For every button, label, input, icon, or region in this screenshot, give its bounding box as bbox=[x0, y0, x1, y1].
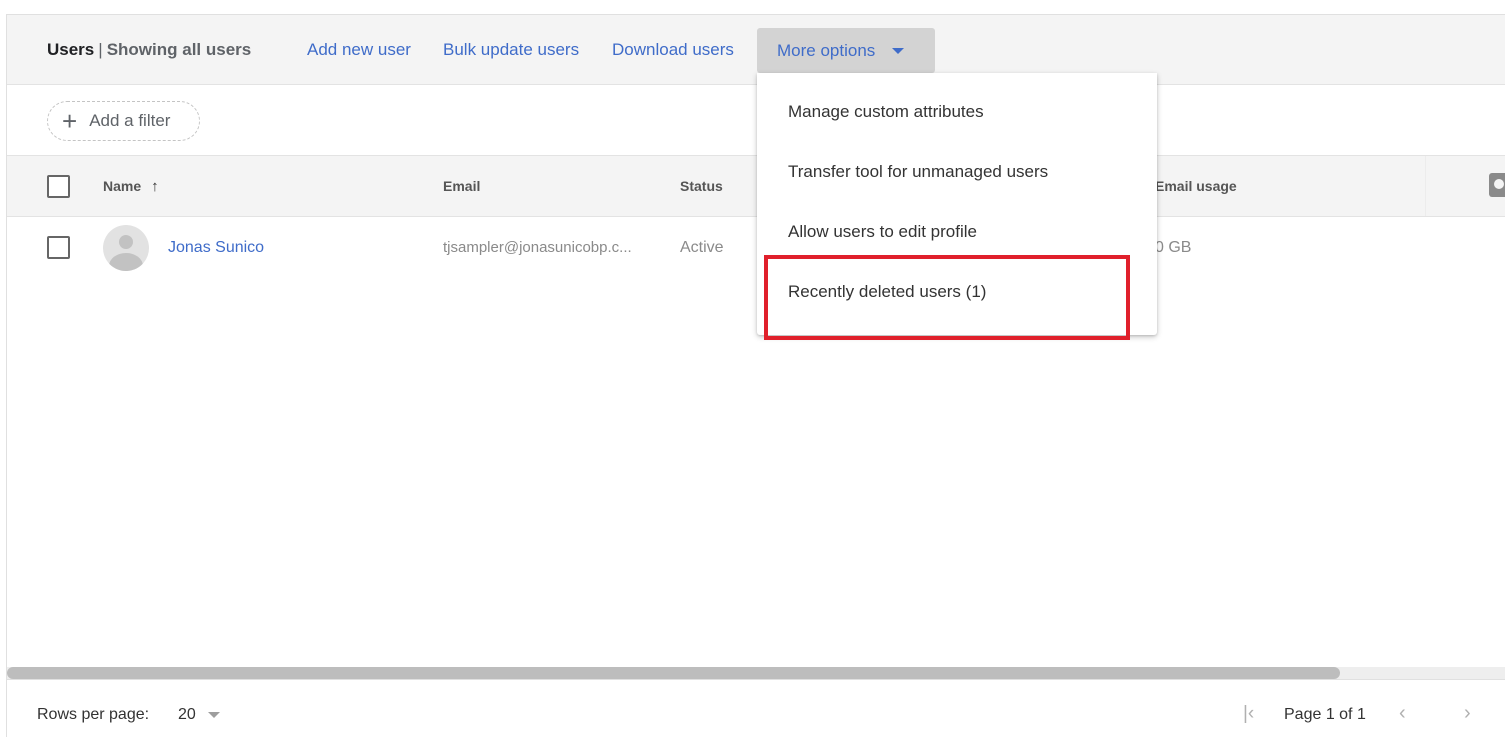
rows-per-page-label: Rows per page: bbox=[37, 706, 150, 723]
add-new-user-link[interactable]: Add new user bbox=[307, 40, 411, 60]
table-header: Name ↑ Email Status Email usage bbox=[7, 156, 1505, 217]
column-header-name[interactable]: Name ↑ bbox=[103, 178, 159, 195]
menu-item-recently-deleted-users[interactable]: Recently deleted users (1) bbox=[757, 262, 1157, 322]
column-header-email-usage[interactable]: Email usage bbox=[1155, 178, 1237, 194]
avatar-body-shape bbox=[109, 253, 143, 271]
page-title: Users | Showing all users bbox=[47, 40, 251, 60]
user-name-link[interactable]: Jonas Sunico bbox=[168, 239, 264, 257]
column-settings-cell bbox=[1425, 156, 1505, 216]
menu-item-manage-custom-attributes[interactable]: Manage custom attributes bbox=[757, 82, 1157, 142]
row-select-checkbox[interactable] bbox=[47, 236, 70, 259]
first-page-icon[interactable]: |‹ bbox=[1243, 703, 1254, 725]
user-email: tjsampler@jonasunicobp.c... bbox=[443, 239, 632, 256]
plus-icon: + bbox=[62, 106, 78, 136]
column-header-status[interactable]: Status bbox=[680, 178, 723, 194]
bulk-update-users-link[interactable]: Bulk update users bbox=[443, 40, 579, 60]
table-row: Jonas Sunico tjsampler@jonasunicobp.c...… bbox=[7, 217, 1505, 279]
more-options-label: More options bbox=[777, 40, 876, 60]
add-filter-label: Add a filter bbox=[89, 111, 171, 130]
page-indicator: Page 1 of 1 bbox=[1284, 706, 1366, 723]
previous-page-icon[interactable]: ‹ bbox=[1399, 702, 1406, 725]
rows-per-page-select[interactable]: 20 bbox=[178, 706, 220, 724]
caret-down-icon bbox=[207, 712, 220, 718]
horizontal-scrollbar[interactable] bbox=[7, 667, 1505, 680]
avatar-head-shape bbox=[119, 235, 133, 249]
title-separator: | bbox=[98, 40, 103, 59]
sort-ascending-icon[interactable]: ↑ bbox=[151, 178, 159, 195]
page-title-main: Users bbox=[47, 40, 95, 59]
pagination-footer: Rows per page: 20 |‹ Page 1 of 1 ‹ › bbox=[7, 681, 1505, 738]
gear-icon[interactable] bbox=[1489, 173, 1505, 197]
filter-bar: + Add a filter bbox=[7, 86, 1505, 156]
users-page: Users | Showing all users Add new user Bul… bbox=[6, 14, 1505, 737]
select-all-checkbox[interactable] bbox=[47, 175, 70, 198]
avatar bbox=[103, 225, 149, 271]
add-filter-button[interactable]: + Add a filter bbox=[47, 101, 200, 141]
menu-item-transfer-tool[interactable]: Transfer tool for unmanaged users bbox=[757, 142, 1157, 202]
rows-per-page-value: 20 bbox=[178, 706, 196, 723]
more-options-menu: Manage custom attributes Transfer tool f… bbox=[757, 73, 1157, 335]
more-options-button[interactable]: More options bbox=[757, 28, 935, 73]
user-email-usage: 0 GB bbox=[1155, 239, 1192, 256]
user-status: Active bbox=[680, 239, 724, 256]
next-page-icon[interactable]: › bbox=[1464, 702, 1471, 725]
users-header-bar: Users | Showing all users Add new user Bul… bbox=[7, 15, 1505, 85]
column-header-email[interactable]: Email bbox=[443, 178, 480, 194]
page-title-subtitle: Showing all users bbox=[106, 40, 252, 59]
scrollbar-thumb[interactable] bbox=[7, 667, 1341, 679]
menu-item-allow-edit-profile[interactable]: Allow users to edit profile bbox=[757, 202, 1157, 262]
download-users-link[interactable]: Download users bbox=[612, 40, 734, 60]
column-name-label: Name bbox=[103, 178, 142, 194]
caret-down-icon bbox=[892, 48, 905, 54]
